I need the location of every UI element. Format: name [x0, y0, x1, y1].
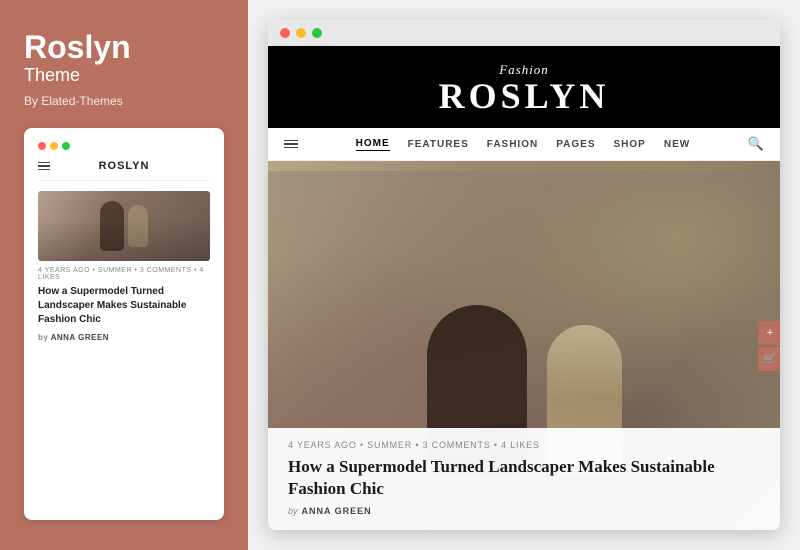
browser-window: Fashion ROSLYN HOME FEATURES FASHION PAG… — [268, 20, 780, 530]
mobile-byline-name: ANNA GREEN — [51, 333, 109, 342]
nav-item-shop[interactable]: SHOP — [614, 139, 646, 150]
mobile-dot-red — [38, 142, 46, 150]
browser-dot-red[interactable] — [280, 28, 290, 38]
site-logo-main: ROSLYN — [288, 78, 760, 114]
share-icon[interactable]: + — [758, 321, 780, 345]
mobile-preview-card: ROSLYN 4 YEARS AGO • SUMMER • 3 COMMENTS… — [24, 128, 224, 520]
search-icon[interactable]: 🔍 — [748, 136, 764, 152]
site-nav: HOME FEATURES FASHION PAGES SHOP NEW 🔍 — [268, 128, 780, 161]
article-byline: by ANNA GREEN — [288, 506, 760, 516]
nav-item-pages[interactable]: PAGES — [556, 139, 595, 150]
mobile-article-meta: 4 YEARS AGO • SUMMER • 3 COMMENTS • 4 LI… — [38, 267, 210, 281]
mobile-window-controls — [38, 142, 210, 150]
right-panel: Fashion ROSLYN HOME FEATURES FASHION PAG… — [248, 0, 800, 550]
nav-item-features[interactable]: FEATURES — [408, 139, 469, 150]
browser-content: Fashion ROSLYN HOME FEATURES FASHION PAG… — [268, 46, 780, 530]
mobile-article-title: How a Supermodel Turned Landscaper Makes… — [38, 285, 210, 327]
nav-item-new[interactable]: NEW — [664, 139, 690, 150]
mobile-article-image — [38, 191, 210, 261]
browser-dot-yellow[interactable] — [296, 28, 306, 38]
nav-links: HOME FEATURES FASHION PAGES SHOP NEW — [356, 138, 691, 151]
byline-name: ANNA GREEN — [302, 506, 372, 516]
theme-by: By Elated-Themes — [24, 94, 224, 108]
mobile-byline-by: by — [38, 333, 48, 342]
article-meta: 4 YEARS AGO • SUMMER • 3 COMMENTS • 4 LI… — [288, 440, 760, 450]
mobile-dot-yellow — [50, 142, 58, 150]
theme-subtitle: Theme — [24, 65, 224, 86]
article-title: How a Supermodel Turned Landscaper Makes… — [288, 456, 760, 500]
byline-by: by — [288, 506, 298, 516]
hero-image: + 🛒 4 YEARS AGO • SUMMER • 3 COMMENTS • … — [268, 161, 780, 530]
article-overlay: 4 YEARS AGO • SUMMER • 3 COMMENTS • 4 LI… — [268, 428, 780, 530]
site-main: + 🛒 4 YEARS AGO • SUMMER • 3 COMMENTS • … — [268, 161, 780, 530]
site-hamburger-icon[interactable] — [284, 140, 298, 149]
mobile-nav-bar: ROSLYN — [38, 160, 210, 181]
cart-icon[interactable]: 🛒 — [758, 347, 780, 371]
mobile-site-title: ROSLYN — [99, 160, 150, 172]
nav-item-home[interactable]: HOME — [356, 138, 390, 151]
mobile-dot-green — [62, 142, 70, 150]
mobile-article-byline: by ANNA GREEN — [38, 333, 210, 342]
site-header: Fashion ROSLYN — [268, 46, 780, 128]
mobile-hamburger-icon[interactable] — [38, 162, 50, 171]
float-icons: + 🛒 — [758, 321, 780, 371]
left-panel: Roslyn Theme By Elated-Themes ROSLYN 4 Y… — [0, 0, 248, 550]
nav-item-fashion[interactable]: FASHION — [487, 139, 538, 150]
theme-title: Roslyn — [24, 30, 224, 65]
browser-dot-green[interactable] — [312, 28, 322, 38]
browser-chrome — [268, 20, 780, 46]
